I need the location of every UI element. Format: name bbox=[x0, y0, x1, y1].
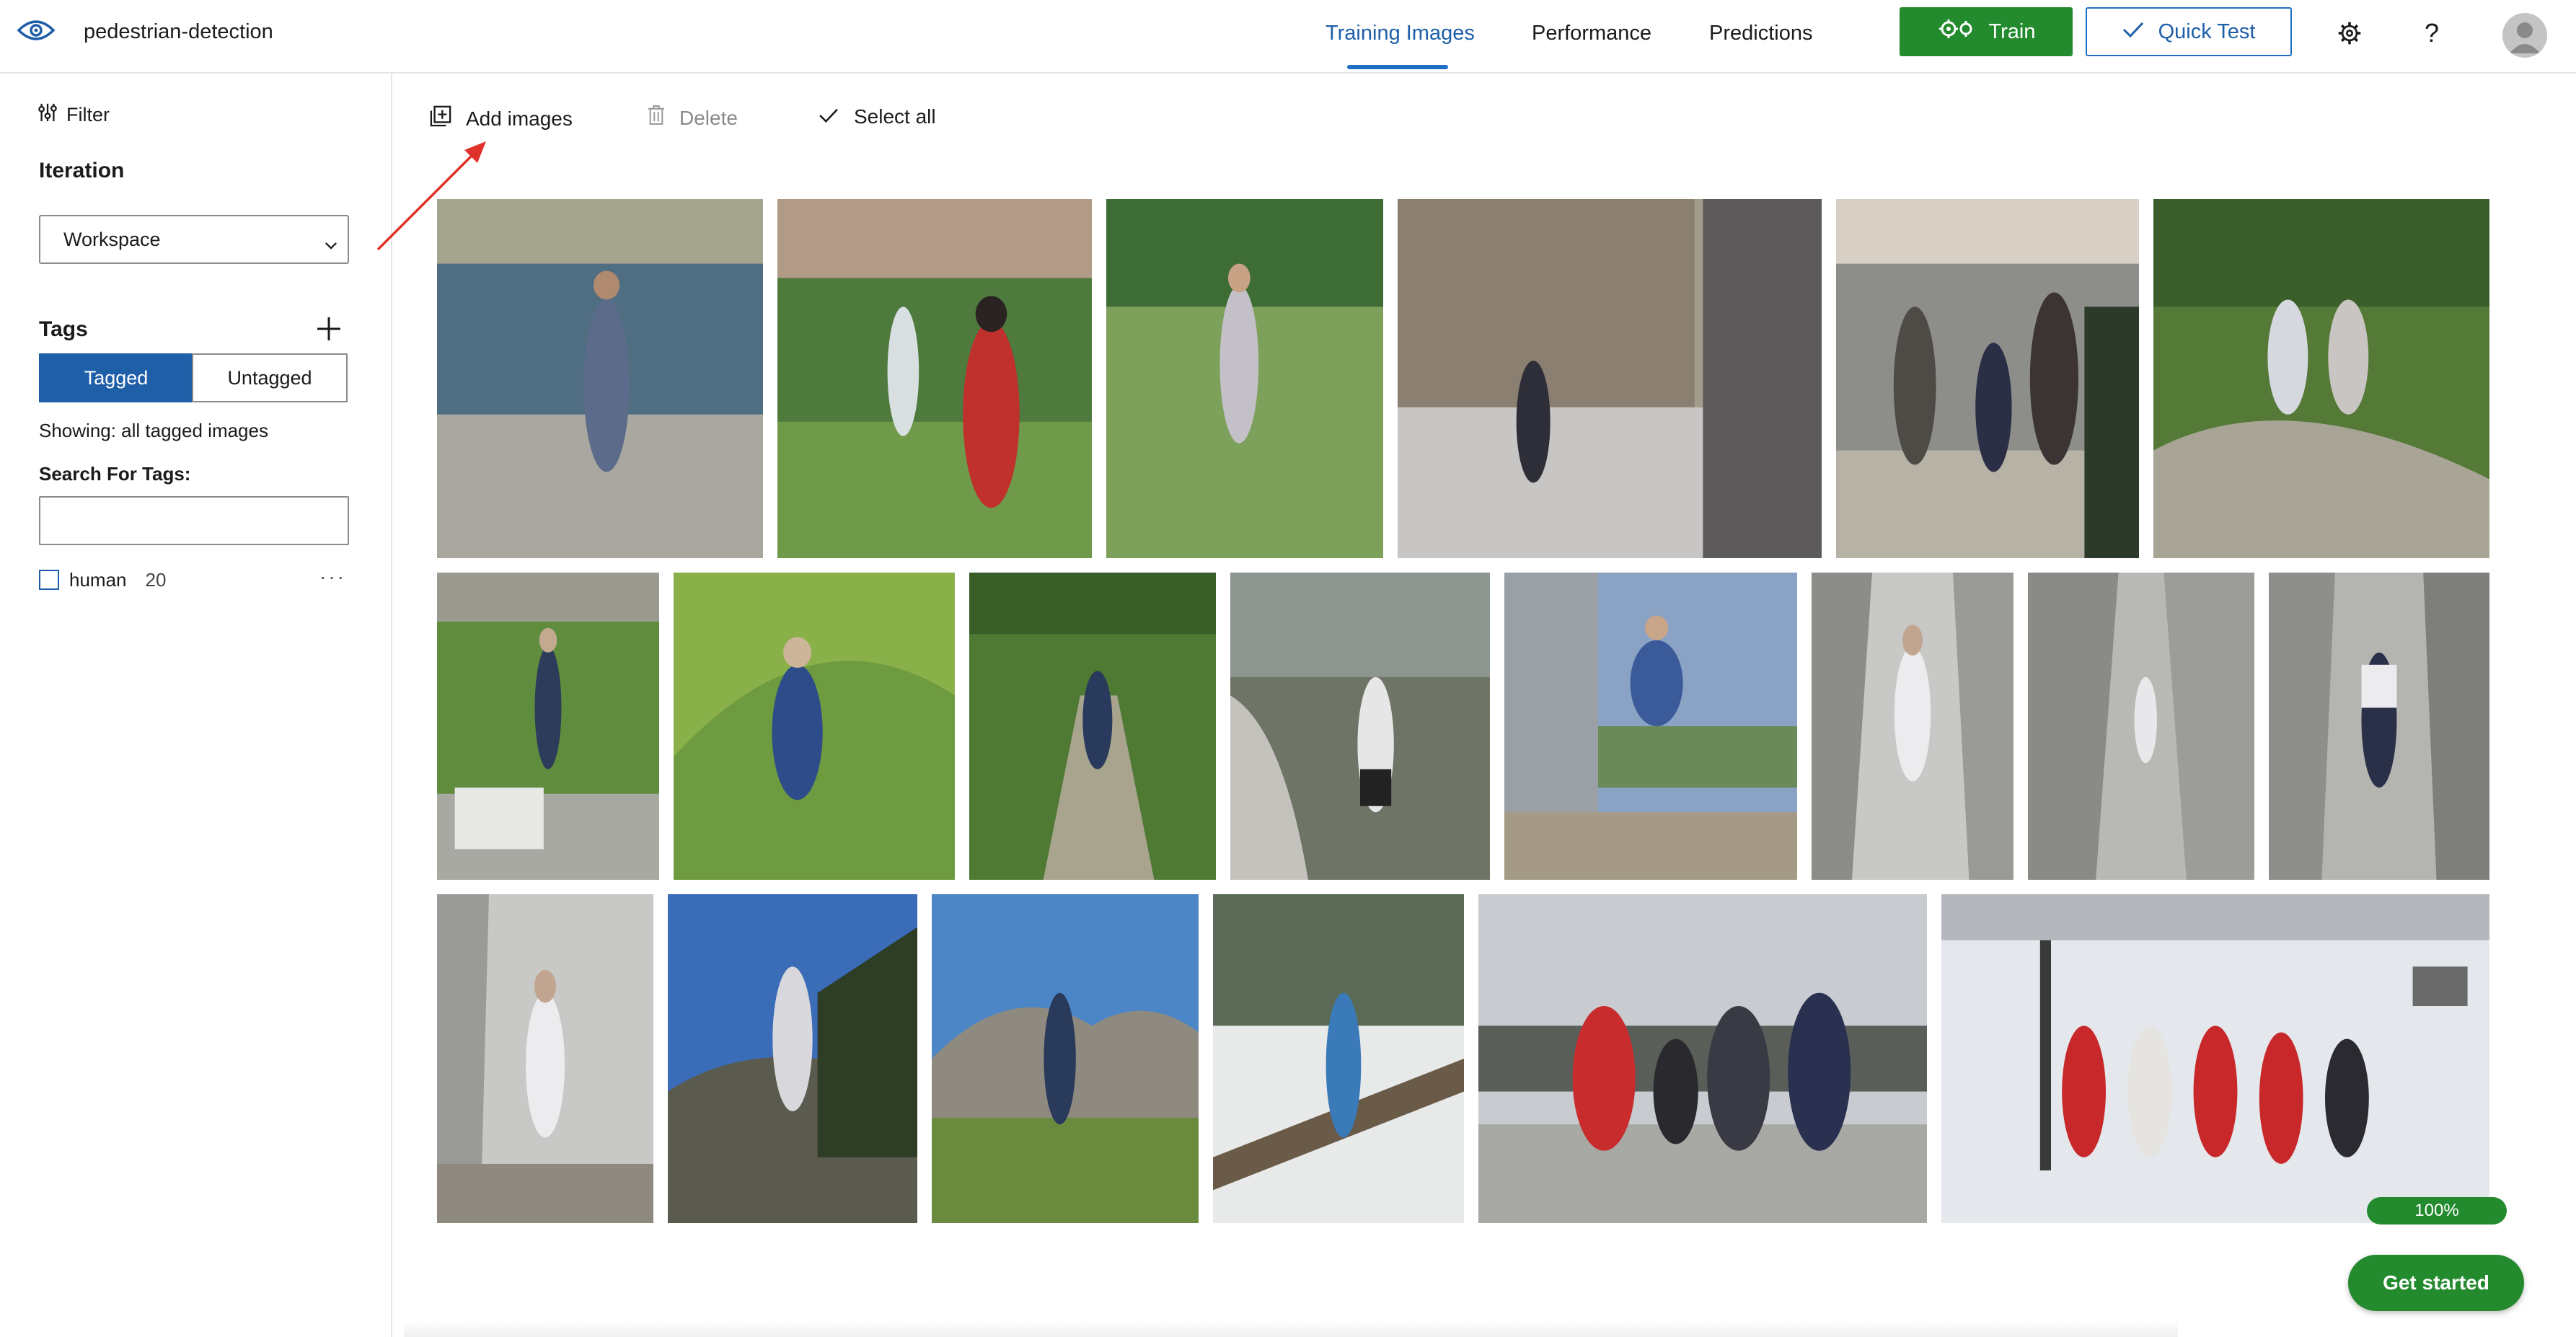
image-thumbnail[interactable] bbox=[437, 894, 653, 1223]
tag-count: 20 bbox=[145, 568, 167, 591]
image-thumbnail[interactable] bbox=[777, 199, 1092, 558]
image-thumbnail[interactable] bbox=[2153, 199, 2489, 558]
train-button[interactable]: Train bbox=[1900, 7, 2073, 56]
image-thumbnail[interactable] bbox=[674, 573, 955, 880]
tab-training-images[interactable]: Training Images bbox=[1326, 22, 1475, 45]
upload-progress-badge: 100% bbox=[2367, 1197, 2507, 1225]
project-name[interactable]: pedestrian-detection bbox=[84, 20, 273, 44]
image-thumbnail[interactable] bbox=[2269, 573, 2489, 880]
image-thumbnail[interactable] bbox=[932, 894, 1199, 1223]
tag-name: human bbox=[69, 568, 127, 591]
checkmark-icon bbox=[818, 105, 839, 128]
image-thumbnail[interactable] bbox=[2028, 573, 2254, 880]
showing-status: Showing: all tagged images bbox=[39, 420, 268, 441]
image-thumbnail[interactable] bbox=[1836, 199, 2139, 558]
image-thumbnail[interactable] bbox=[1398, 199, 1822, 558]
iteration-value: Workspace bbox=[63, 228, 161, 250]
quick-test-label: Quick Test bbox=[2158, 19, 2256, 43]
tags-label: Tags bbox=[39, 317, 88, 341]
filter-label: Filter bbox=[66, 104, 110, 125]
chevron-down-icon bbox=[325, 232, 338, 255]
delete-label: Delete bbox=[679, 106, 738, 129]
delete-button[interactable]: Delete bbox=[648, 105, 738, 131]
help-icon[interactable]: ? bbox=[2416, 17, 2448, 49]
tab-predictions[interactable]: Predictions bbox=[1709, 22, 1812, 45]
user-avatar[interactable] bbox=[2502, 13, 2547, 58]
iteration-label: Iteration bbox=[39, 159, 125, 182]
add-images-button[interactable]: Add images bbox=[430, 105, 573, 132]
train-label: Train bbox=[1988, 19, 2036, 43]
more-options-icon[interactable]: ··· bbox=[319, 565, 346, 588]
image-thumbnail[interactable] bbox=[668, 894, 917, 1223]
image-thumbnail[interactable] bbox=[1230, 573, 1490, 880]
iteration-select[interactable]: Workspace bbox=[39, 215, 349, 264]
tab-performance[interactable]: Performance bbox=[1532, 22, 1651, 45]
image-thumbnail[interactable] bbox=[1478, 894, 1927, 1223]
image-thumbnail[interactable] bbox=[1812, 573, 2013, 880]
image-thumbnail[interactable] bbox=[437, 199, 763, 558]
add-image-icon bbox=[430, 105, 451, 132]
image-thumbnail[interactable] bbox=[969, 573, 1216, 880]
eye-logo-icon[interactable] bbox=[16, 16, 56, 45]
image-thumbnail[interactable] bbox=[1504, 573, 1797, 880]
search-tags-label: Search For Tags: bbox=[39, 463, 191, 485]
select-all-label: Select all bbox=[854, 105, 936, 128]
filter-sliders-icon bbox=[38, 102, 58, 128]
active-tab-indicator bbox=[1347, 65, 1448, 69]
add-images-label: Add images bbox=[466, 107, 573, 130]
search-tags-input[interactable] bbox=[39, 496, 349, 545]
image-thumbnail[interactable] bbox=[1106, 199, 1383, 558]
scroll-shadow bbox=[404, 1320, 2178, 1337]
plus-icon[interactable] bbox=[316, 316, 342, 342]
tag-checkbox[interactable] bbox=[39, 570, 59, 590]
image-thumbnail[interactable] bbox=[1941, 894, 2489, 1223]
check-icon bbox=[2122, 20, 2144, 44]
gear-icon[interactable] bbox=[2334, 17, 2365, 49]
filter-button[interactable]: Filter bbox=[38, 102, 110, 128]
tagged-toggle[interactable]: Tagged bbox=[39, 353, 193, 402]
quick-test-button[interactable]: Quick Test bbox=[2086, 7, 2292, 56]
left-sidebar: Filter Iteration Workspace Tags Tagged U… bbox=[0, 74, 392, 1337]
untagged-toggle[interactable]: Untagged bbox=[192, 353, 348, 402]
image-thumbnail[interactable] bbox=[1213, 894, 1464, 1223]
top-header: pedestrian-detection Training Images Per… bbox=[0, 0, 2576, 74]
tag-list-item: human 20 ··· bbox=[39, 565, 349, 594]
get-started-button[interactable]: Get started bbox=[2348, 1255, 2524, 1311]
trash-icon bbox=[648, 105, 665, 131]
gears-icon bbox=[1937, 18, 1976, 45]
image-thumbnail[interactable] bbox=[437, 573, 659, 880]
select-all-button[interactable]: Select all bbox=[818, 105, 936, 128]
